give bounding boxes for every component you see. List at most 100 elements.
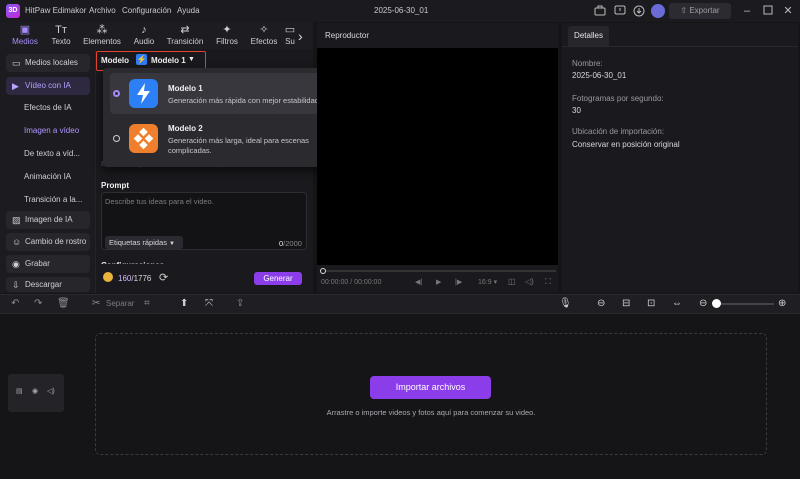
download-icon[interactable] bbox=[633, 5, 645, 17]
link-icon[interactable]: ⊖ bbox=[597, 298, 605, 310]
filters-icon: ✦ bbox=[222, 24, 232, 36]
tab-medios[interactable]: ▣ Medios bbox=[5, 24, 45, 48]
sidebar-item-texto-video[interactable]: De texto a víd... bbox=[24, 149, 80, 158]
next-frame-icon[interactable]: |▶ bbox=[455, 278, 462, 286]
import-location-value: Conservar en posición original bbox=[572, 140, 680, 149]
sidebar-item-imagen-video[interactable]: Imagen a vídeo bbox=[24, 126, 79, 135]
model-selected: Modelo 1 bbox=[151, 56, 186, 65]
freeze-icon[interactable]: ⬆ bbox=[180, 298, 188, 310]
track-visibility-icon[interactable]: ◉ bbox=[32, 387, 38, 395]
model-2-desc-line1: Generación más larga, ideal para escenas bbox=[168, 136, 309, 145]
redo-icon[interactable]: ↷ bbox=[34, 298, 42, 310]
maximize-icon[interactable] bbox=[762, 5, 774, 17]
zoom-out-icon[interactable]: ⊖ bbox=[699, 298, 707, 310]
media-icon: ▣ bbox=[19, 24, 31, 36]
sidebar-item-grabar[interactable]: ◉ Grabar bbox=[6, 255, 90, 273]
sidebar-item-cambio-rostro[interactable]: ☺ Cambio de rostro bbox=[6, 233, 90, 251]
zoom-in-icon[interactable]: ⊕ bbox=[778, 298, 786, 310]
split-label[interactable]: Separar bbox=[106, 299, 134, 308]
transition-icon: ⇄ bbox=[180, 24, 190, 36]
close-icon[interactable]: ✕ bbox=[782, 5, 794, 17]
app-name: HitPaw Edimakor bbox=[25, 6, 87, 15]
microphone-icon[interactable]: 🎙 bbox=[559, 298, 572, 310]
sidebar-item-transicion[interactable]: Transición a la... bbox=[24, 195, 82, 204]
audio-icon: ♪ bbox=[141, 24, 147, 36]
fullscreen-icon[interactable]: ⛶ bbox=[545, 277, 551, 287]
generate-button[interactable]: Generar bbox=[254, 272, 302, 285]
import-hint: Arrastre o importe videos y fotos aquí p… bbox=[326, 408, 536, 417]
sidebar-item-imagen-ia[interactable]: ▨ Imagen de IA bbox=[6, 211, 90, 229]
text-icon: Tт bbox=[55, 24, 67, 36]
tab-efectos[interactable]: ✧ Efectos bbox=[244, 24, 284, 48]
snap-icon[interactable]: ⊟ bbox=[622, 298, 630, 310]
model-1-title: Modelo 1 bbox=[168, 84, 203, 93]
video-ai-icon: ▶ bbox=[12, 81, 19, 91]
tab-filtros[interactable]: ✦ Filtros bbox=[207, 24, 247, 48]
zoom-slider-track[interactable] bbox=[716, 303, 774, 305]
model-2-title: Modelo 2 bbox=[168, 124, 203, 133]
upload-clip-icon[interactable]: ⇪ bbox=[236, 298, 244, 310]
player-time: 00:00:00 / 00:00:00 bbox=[321, 279, 382, 286]
progress-track[interactable] bbox=[326, 270, 556, 272]
prev-frame-icon[interactable]: ◀| bbox=[415, 278, 422, 286]
fit-icon[interactable]: ⇔ bbox=[672, 298, 682, 310]
split-icon[interactable]: ✂ bbox=[92, 298, 100, 310]
export-button[interactable]: ⇧ Exportar bbox=[669, 3, 731, 19]
aspect-ratio-select[interactable]: 16:9 ▾ bbox=[478, 278, 497, 286]
prompt-label: Prompt bbox=[101, 181, 129, 190]
subtitle-icon: ▭ bbox=[284, 24, 296, 36]
track-lock-icon[interactable]: ▤ bbox=[16, 387, 23, 395]
tab-elementos[interactable]: ⁂ Elementos bbox=[82, 24, 122, 48]
tab-audio[interactable]: ♪ Audio bbox=[124, 24, 164, 48]
sidebar-item-medios-locales[interactable]: ▭ Medios locales bbox=[6, 54, 90, 72]
player-title: Reproductor bbox=[325, 31, 370, 40]
tab-subtitulos[interactable]: ▭ Su bbox=[281, 24, 299, 48]
quick-tags-dropdown[interactable]: Etiquetas rápidas ▼ bbox=[105, 236, 183, 249]
avatar[interactable] bbox=[651, 4, 665, 18]
minimize-icon[interactable]: – bbox=[741, 5, 753, 17]
refresh-icon[interactable]: ⟳ bbox=[159, 271, 168, 284]
toolbox-icon[interactable] bbox=[594, 5, 606, 17]
import-files-button[interactable]: Importar archivos bbox=[370, 376, 491, 399]
feedback-icon[interactable] bbox=[614, 5, 626, 17]
name-label: Nombre: bbox=[572, 59, 603, 68]
undo-icon[interactable]: ↶ bbox=[11, 298, 19, 310]
marker-icon[interactable]: ⊡ bbox=[647, 298, 655, 310]
video-preview bbox=[317, 48, 558, 265]
tab-transicion[interactable]: ⇄ Transición bbox=[165, 24, 205, 48]
model-1-radio[interactable] bbox=[113, 90, 120, 97]
details-divider bbox=[562, 46, 798, 47]
menu-configuracion[interactable]: Configuración bbox=[122, 6, 171, 15]
fps-label: Fotogramas por segundo: bbox=[572, 94, 664, 103]
volume-icon[interactable]: ◁) bbox=[525, 277, 534, 286]
chevron-right-icon[interactable]: › bbox=[298, 28, 303, 44]
delete-icon[interactable]: 🗑 bbox=[57, 298, 70, 310]
sidebar-item-animacion-ia[interactable]: Animación IA bbox=[24, 172, 71, 181]
project-title: 2025-06-30_01 bbox=[374, 6, 429, 15]
crop-icon[interactable]: ⌗ bbox=[144, 298, 150, 310]
lightning-icon bbox=[129, 79, 158, 108]
fps-value: 30 bbox=[572, 106, 581, 115]
lightning-icon: ⚡ bbox=[136, 54, 147, 65]
sidebar-item-efectos-ia[interactable]: Efectos de IA bbox=[24, 103, 72, 112]
menu-ayuda[interactable]: Ayuda bbox=[177, 6, 200, 15]
menu-archivo[interactable]: Archivo bbox=[89, 6, 116, 15]
chevron-down-icon: ▼ bbox=[188, 56, 195, 63]
screenshot-icon[interactable]: ◫ bbox=[508, 277, 516, 286]
folder-icon: ▭ bbox=[12, 58, 21, 68]
chevron-down-icon: ▼ bbox=[169, 241, 175, 247]
import-location-label: Ubicación de importación: bbox=[572, 127, 665, 136]
track-audio-icon[interactable]: ◁) bbox=[47, 387, 55, 395]
play-icon[interactable]: ▶ bbox=[436, 278, 441, 286]
upload-icon: ⇧ bbox=[680, 6, 690, 15]
tab-texto[interactable]: Tт Texto bbox=[41, 24, 81, 48]
model-2-radio[interactable] bbox=[113, 135, 120, 142]
model-2-icon bbox=[129, 124, 158, 153]
sidebar-item-descargar[interactable]: ⇩ Descargar bbox=[6, 277, 90, 292]
zoom-slider-handle[interactable] bbox=[712, 299, 721, 308]
sidebar-item-video-ia[interactable]: ▶ Vídeo con IA bbox=[6, 77, 90, 95]
trim-icon[interactable]: ⤧ bbox=[205, 298, 213, 310]
credits-counter: 160/1776 bbox=[118, 274, 152, 283]
tab-detalles[interactable]: Detalles bbox=[568, 26, 609, 46]
effects-icon: ✧ bbox=[259, 24, 269, 36]
